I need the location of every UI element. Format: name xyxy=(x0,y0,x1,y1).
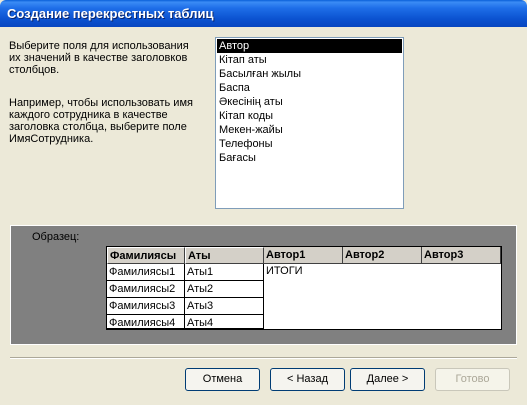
description-line: заголовка столбца, выберите поле xyxy=(9,121,187,133)
field-item[interactable]: Басылған жылы xyxy=(217,67,402,81)
sample-preview: Образец: Фамилиясы Аты Автор1 Автор2 Авт… xyxy=(10,225,517,345)
next-button[interactable]: Далее > xyxy=(350,368,425,391)
description-line: Например, чтобы использовать имя xyxy=(9,97,193,109)
column-header: Автор2 xyxy=(343,247,422,264)
row-header-surname: Фамилиясы xyxy=(107,247,185,264)
cancel-button[interactable]: Отмена xyxy=(185,368,260,391)
field-item[interactable]: Әкесінің аты xyxy=(217,95,402,109)
row-surname-cell: Фамилиясы3 xyxy=(107,298,185,315)
description-line: их значений в качестве заголовков xyxy=(9,52,188,64)
sample-grid: Фамилиясы Аты Автор1 Автор2 Автор3 Фамил… xyxy=(106,246,502,330)
field-item[interactable]: Кітап аты xyxy=(217,53,402,67)
totals-cell: ИТОГИ xyxy=(266,265,303,277)
window-title: Создание перекрестных таблиц xyxy=(7,6,214,21)
row-name-cell: Аты3 xyxy=(185,298,264,315)
row-surname-cell: Фамилиясы2 xyxy=(107,281,185,298)
row-name-cell: Аты1 xyxy=(185,264,264,281)
row-name-cell: Аты2 xyxy=(185,281,264,298)
field-item[interactable]: Мекен-жайы xyxy=(217,123,402,137)
description-line: ИмяСотрудника. xyxy=(9,133,94,145)
sample-label: Образец: xyxy=(32,231,80,243)
back-button[interactable]: < Назад xyxy=(270,368,345,391)
title-bar[interactable]: Создание перекрестных таблиц xyxy=(0,0,527,27)
field-item-selected[interactable]: Автор xyxy=(217,39,402,53)
row-surname-cell: Фамилиясы1 xyxy=(107,264,185,281)
description-line: столбцов. xyxy=(9,64,60,76)
finish-button[interactable]: Готово xyxy=(435,368,510,391)
fields-listbox[interactable]: Автор Кітап аты Басылған жылы Баспа Әкес… xyxy=(215,37,404,209)
row-header-name: Аты xyxy=(185,247,264,264)
field-item[interactable]: Бағасы xyxy=(217,151,402,165)
button-separator xyxy=(10,357,517,359)
column-header: Автор3 xyxy=(422,247,501,264)
row-name-cell: Аты4 xyxy=(185,315,264,329)
description-line: Выберите поля для использования xyxy=(9,40,189,52)
field-item[interactable]: Баспа xyxy=(217,81,402,95)
row-surname-cell: Фамилиясы4 xyxy=(107,315,185,329)
field-item[interactable]: Кітап коды xyxy=(217,109,402,123)
column-header: Автор1 xyxy=(264,247,343,264)
field-item[interactable]: Телефоны xyxy=(217,137,402,151)
description-line: каждого сотрудника в качестве xyxy=(9,109,168,121)
